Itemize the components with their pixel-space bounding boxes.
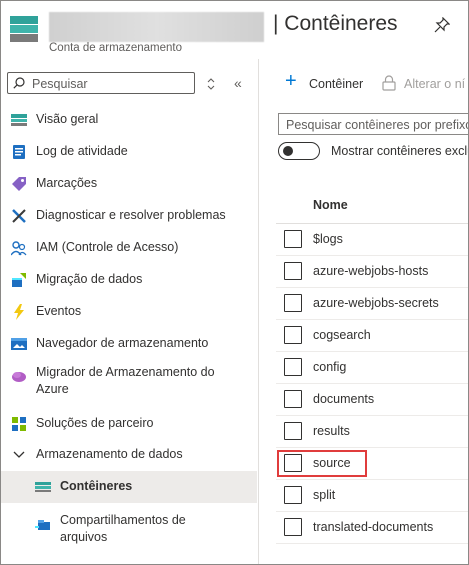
sidebar-item-label: Migração de dados (36, 272, 143, 286)
toggle-knob (283, 146, 293, 156)
table-row[interactable]: split (276, 480, 468, 512)
chevron-down-icon (13, 451, 25, 458)
sidebar-item-label: Eventos (36, 304, 82, 318)
plus-icon: + (285, 70, 297, 92)
file-shares-icon (35, 520, 50, 530)
container-name-link[interactable]: results (313, 424, 350, 438)
sidebar-item-label: Armazenamento de dados (36, 447, 183, 461)
sidebar-item-label: Migrador de Armazenamento do Azure (36, 365, 215, 396)
sidebar-item-label: Soluções de parceiro (36, 416, 154, 430)
table-row[interactable]: results (276, 416, 468, 448)
row-checkbox[interactable] (284, 390, 302, 408)
activity-log-icon (13, 145, 25, 159)
sidebar-item-partner-solutions[interactable]: Soluções de parceiro (1, 408, 257, 440)
table-row[interactable]: azure-webjobs-hosts (276, 256, 468, 288)
sidebar-item-storage-browser[interactable]: Navegador de armazenamento (1, 328, 257, 360)
container-search-placeholder: Pesquisar contêineres por prefixo (286, 118, 469, 132)
sidebar-item-label: Marcações (36, 176, 98, 190)
row-checkbox[interactable] (284, 518, 302, 536)
sidebar-group-data-storage[interactable]: Armazenamento de dados (1, 439, 257, 471)
search-icon (13, 77, 25, 89)
container-name-link[interactable]: split (313, 488, 335, 502)
iam-icon (11, 241, 27, 256)
panel-divider (258, 59, 259, 564)
add-container-label: Contêiner (309, 77, 364, 91)
sidebar-item-label: Compartilhamentos de arquivos (60, 513, 186, 544)
sidebar-item-label: IAM (Controle de Acesso) (36, 240, 179, 254)
show-deleted-toggle[interactable] (278, 142, 320, 160)
tags-icon (12, 177, 26, 191)
sidebar-item-tags[interactable]: Marcações (1, 168, 257, 200)
page-title: | Contêineres (273, 12, 398, 35)
row-checkbox[interactable] (284, 326, 302, 344)
sidebar-item-data-migration[interactable]: Migração de dados (1, 264, 257, 296)
table-row[interactable]: translated-documents (276, 512, 468, 544)
data-migration-icon (12, 273, 26, 287)
storage-browser-icon (11, 338, 27, 350)
sidebar-search-placeholder: Pesquisar (32, 77, 88, 91)
lock-icon (382, 75, 396, 91)
table-row[interactable]: cogsearch (276, 320, 468, 352)
container-prefix-search-input[interactable]: Pesquisar contêineres por prefixo (278, 113, 469, 135)
container-name-link[interactable]: cogsearch (313, 328, 371, 342)
overview-icon (11, 114, 27, 126)
collapse-sidebar-icon[interactable]: « (234, 75, 242, 91)
row-checkbox[interactable] (284, 262, 302, 280)
container-name-link[interactable]: $logs (313, 232, 343, 246)
sidebar-item-file-shares[interactable]: Compartilhamentos de arquivos (1, 508, 257, 548)
row-checkbox[interactable] (284, 422, 302, 440)
partner-solutions-icon (12, 417, 26, 431)
row-checkbox[interactable] (284, 358, 302, 376)
sidebar-item-label: Diagnosticar e resolver problemas (36, 208, 226, 222)
column-header-name[interactable]: Nome (313, 198, 348, 212)
sidebar-item-activity-log[interactable]: Log de atividade (1, 136, 257, 168)
container-name-link[interactable]: config (313, 360, 346, 374)
sidebar-item-events[interactable]: Eventos (1, 296, 257, 328)
storage-mover-icon (12, 372, 26, 382)
sidebar-search-input[interactable]: Pesquisar (7, 72, 195, 94)
container-name-link[interactable]: documents (313, 392, 374, 406)
sidebar-item-overview[interactable]: Visão geral (1, 104, 257, 136)
pin-icon[interactable] (434, 17, 450, 33)
container-name-link[interactable]: translated-documents (313, 520, 433, 534)
sort-icon[interactable] (206, 78, 216, 90)
row-checkbox[interactable] (284, 230, 302, 248)
sidebar-item-diagnose[interactable]: Diagnosticar e resolver problemas (1, 200, 257, 232)
row-checkbox[interactable] (284, 486, 302, 504)
sidebar-item-storage-mover[interactable]: Migrador de Armazenamento do Azure (1, 360, 257, 400)
sidebar-item-containers[interactable]: Contêineres (1, 471, 257, 503)
page-subtitle: Conta de armazenamento (49, 42, 182, 54)
resource-name-redacted (49, 12, 264, 42)
highlight-box-source (277, 450, 367, 477)
storage-account-icon (10, 16, 38, 42)
containers-icon (35, 482, 51, 492)
sidebar-item-label: Log de atividade (36, 144, 128, 158)
change-access-level-label: Alterar o ní (404, 77, 466, 91)
container-name-link[interactable]: azure-webjobs-secrets (313, 296, 439, 310)
sidebar-item-label: Contêineres (60, 479, 133, 493)
table-row[interactable]: $logs (276, 224, 468, 256)
container-name-link[interactable]: azure-webjobs-hosts (313, 264, 428, 278)
table-row[interactable]: documents (276, 384, 468, 416)
table-row[interactable]: config (276, 352, 468, 384)
show-deleted-label: Mostrar contêineres excluídos (331, 144, 468, 158)
row-checkbox[interactable] (284, 294, 302, 312)
events-icon (14, 304, 24, 320)
window: | Contêineres Conta de armazenamento Pes… (0, 0, 469, 565)
sidebar-item-label: Visão geral (36, 112, 99, 126)
sidebar-item-label: Navegador de armazenamento (36, 336, 209, 350)
table-row[interactable]: azure-webjobs-secrets (276, 288, 468, 320)
diagnose-icon (12, 209, 26, 223)
sidebar-item-iam[interactable]: IAM (Controle de Acesso) (1, 232, 257, 264)
